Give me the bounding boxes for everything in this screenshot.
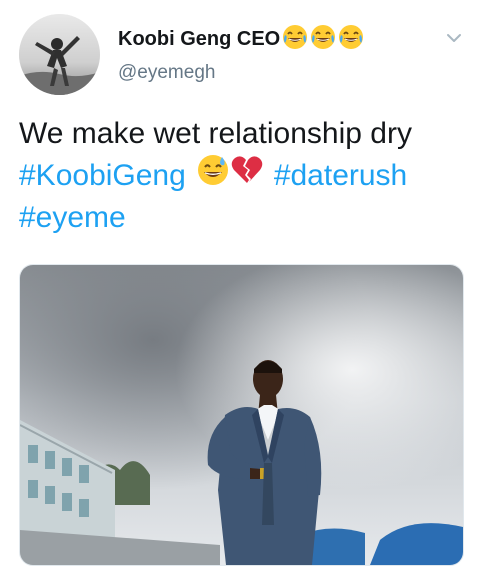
photo-image [20,265,463,565]
user-handle[interactable]: @eyemegh [118,62,215,84]
tweet-line-3: #eyeme [19,197,464,239]
grinning-face-with-sweat-icon [196,153,230,199]
tweet-line-1: We make wet relationship dry [19,113,464,155]
chevron-down-icon[interactable] [443,27,465,49]
hashtag-link-koobigeng[interactable]: #KoobiGeng [19,155,186,197]
broken-heart-icon [230,153,264,199]
tweet-text: We make wet relationship dry #KoobiGeng [19,113,464,239]
tweet-body-text: We make wet relationship dry [19,117,412,150]
face-with-tears-of-joy-icon [310,24,336,55]
avatar[interactable] [19,14,100,95]
face-with-tears-of-joy-icon [338,24,364,55]
face-with-tears-of-joy-icon [282,24,308,55]
tweet-line-2: #KoobiGeng #daterush [19,155,464,197]
hashtag-link-daterush[interactable]: #daterush [274,155,407,197]
tweet-photo[interactable] [19,264,464,566]
display-name-row[interactable]: Koobi Geng CEO [118,24,364,54]
hashtag-link-eyeme[interactable]: #eyeme [19,197,126,239]
display-name[interactable]: Koobi Geng CEO [118,28,280,51]
tweet: Koobi Geng CEO @eyemegh We make wet rela… [0,0,480,566]
avatar-image [19,14,100,95]
